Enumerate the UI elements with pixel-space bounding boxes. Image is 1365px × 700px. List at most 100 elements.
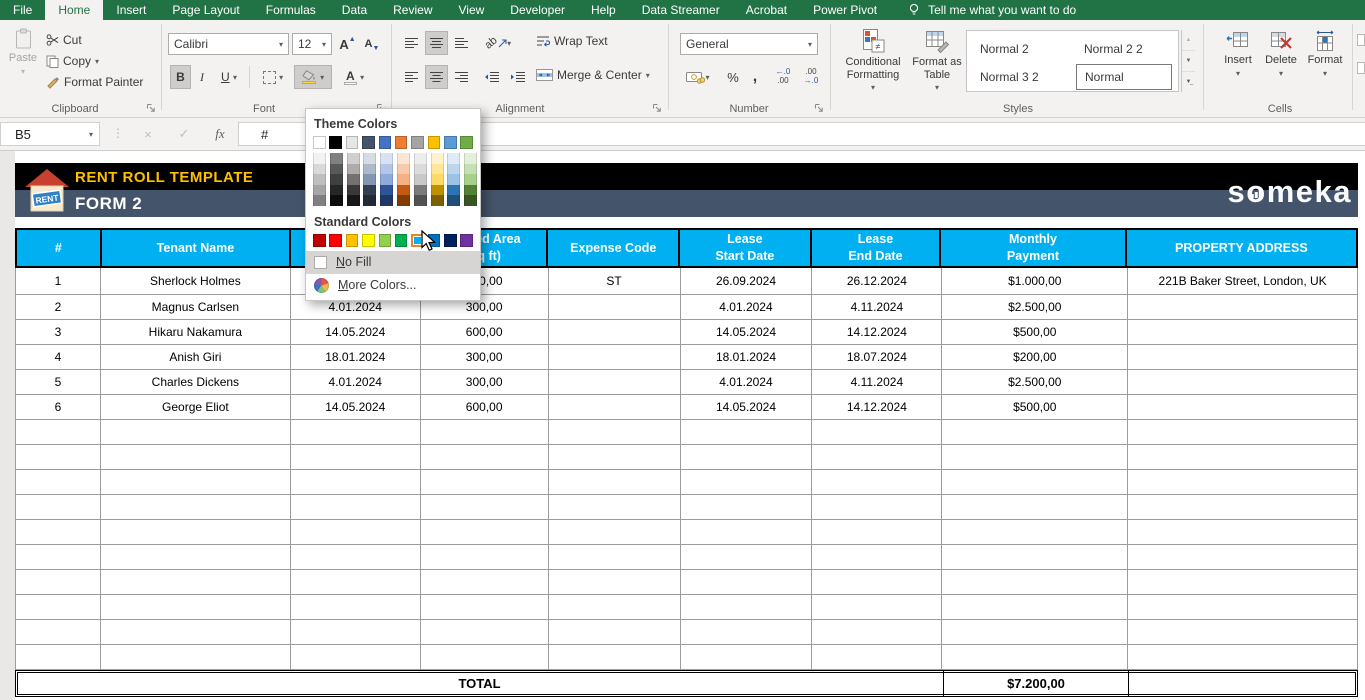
table-cell[interactable] (549, 420, 681, 444)
theme-variant-swatch[interactable] (330, 195, 343, 206)
table-cell[interactable] (1128, 470, 1358, 494)
table-cell[interactable]: 4.01.2024 (681, 370, 813, 394)
table-cell[interactable] (1128, 545, 1358, 569)
table-cell[interactable] (16, 520, 101, 544)
total-monthly-payment[interactable]: $7.200,00 (943, 671, 1129, 696)
tab-data[interactable]: Data (329, 0, 380, 20)
table-cell[interactable] (549, 645, 681, 669)
decrease-decimal-button[interactable]: .00→.0 (798, 65, 824, 89)
theme-variant-swatch[interactable] (447, 195, 460, 206)
accounting-format-button[interactable]: ▾ (680, 65, 716, 89)
table-cell[interactable] (101, 420, 291, 444)
theme-variant-swatch[interactable] (330, 153, 343, 164)
theme-color-swatch[interactable] (428, 136, 441, 149)
table-cell[interactable]: Anish Giri (101, 345, 291, 369)
style-normal-2[interactable]: Normal 2 (972, 36, 1068, 62)
theme-variant-swatch[interactable] (330, 185, 343, 196)
table-cell[interactable] (812, 620, 942, 644)
theme-variant-swatch[interactable] (414, 174, 427, 185)
table-cell[interactable] (291, 470, 421, 494)
align-bottom-button[interactable] (450, 31, 473, 55)
table-cell[interactable] (549, 570, 681, 594)
table-cell[interactable] (812, 470, 942, 494)
table-cell[interactable]: George Eliot (101, 395, 291, 419)
formula-bar-divider[interactable]: ⋮ (112, 126, 124, 140)
table-cell[interactable] (101, 645, 291, 669)
theme-variant-swatch[interactable] (431, 195, 444, 206)
header-cell[interactable]: Lease Start Date (680, 230, 812, 266)
table-cell[interactable]: 14.05.2024 (681, 320, 813, 344)
tab-data-streamer[interactable]: Data Streamer (629, 0, 733, 20)
standard-color-swatch[interactable] (313, 234, 326, 247)
gallery-more-button[interactable]: ▼̲ (1182, 72, 1195, 92)
theme-variant-swatch[interactable] (431, 164, 444, 175)
theme-color-swatch[interactable] (329, 136, 342, 149)
table-cell[interactable] (421, 470, 549, 494)
table-cell[interactable] (291, 620, 421, 644)
theme-variant-swatch[interactable] (414, 164, 427, 175)
standard-color-swatch[interactable] (444, 234, 457, 247)
table-cell[interactable] (681, 595, 813, 619)
theme-variant-swatch[interactable] (363, 185, 376, 196)
theme-variant-swatch[interactable] (414, 185, 427, 196)
table-cell[interactable] (1128, 420, 1358, 444)
table-cell[interactable]: 18.07.2024 (812, 345, 942, 369)
tell-me-box[interactable]: Tell me what you want to do (908, 0, 1076, 20)
table-cell[interactable] (421, 420, 549, 444)
table-cell[interactable]: $2.500,00 (942, 370, 1128, 394)
table-cell[interactable]: 14.12.2024 (812, 320, 942, 344)
bold-button[interactable]: B (170, 65, 191, 89)
theme-variant-swatch[interactable] (363, 174, 376, 185)
theme-variant-swatch[interactable] (414, 153, 427, 164)
table-cell[interactable] (681, 620, 813, 644)
theme-color-swatch[interactable] (313, 136, 326, 149)
cancel-icon[interactable]: × (132, 122, 164, 146)
conditional-formatting-button[interactable]: ≠ Conditional Formatting ▾ (842, 28, 904, 92)
table-cell[interactable] (549, 445, 681, 469)
table-cell[interactable]: 300,00 (421, 370, 549, 394)
theme-variant-swatch[interactable] (347, 195, 360, 206)
table-cell[interactable] (16, 420, 101, 444)
table-cell[interactable] (16, 620, 101, 644)
theme-variant-swatch[interactable] (330, 174, 343, 185)
orientation-button[interactable]: ab ▾ (480, 31, 516, 55)
table-cell[interactable]: 14.05.2024 (291, 320, 421, 344)
table-cell[interactable]: 14.12.2024 (812, 395, 942, 419)
table-cell[interactable] (1128, 520, 1358, 544)
tab-view[interactable]: View (446, 0, 498, 20)
tab-insert[interactable]: Insert (103, 0, 159, 20)
table-cell[interactable] (101, 570, 291, 594)
tab-page-layout[interactable]: Page Layout (159, 0, 252, 20)
table-cell[interactable] (549, 595, 681, 619)
theme-color-swatch[interactable] (460, 136, 473, 149)
format-cells-button[interactable]: Format ▾ (1303, 30, 1347, 78)
table-cell[interactable]: 4 (16, 345, 101, 369)
insert-cells-button[interactable]: Insert ▾ (1218, 30, 1258, 78)
table-cell[interactable] (1128, 620, 1358, 644)
table-cell[interactable]: ST (549, 268, 681, 294)
table-cell[interactable] (291, 420, 421, 444)
cut-button[interactable]: Cut (46, 30, 82, 50)
delete-cells-button[interactable]: Delete ▾ (1261, 30, 1301, 78)
table-cell[interactable]: 26.09.2024 (681, 268, 813, 294)
table-cell[interactable]: Hikaru Nakamura (101, 320, 291, 344)
table-cell[interactable]: $500,00 (942, 395, 1128, 419)
table-cell[interactable] (549, 495, 681, 519)
table-cell[interactable] (421, 620, 549, 644)
table-cell[interactable]: Sherlock Holmes (101, 268, 291, 294)
clipboard-dialog-launcher[interactable] (146, 102, 157, 113)
table-cell[interactable]: 14.05.2024 (291, 395, 421, 419)
table-cell[interactable] (681, 570, 813, 594)
table-cell[interactable]: 300,00 (421, 345, 549, 369)
table-cell[interactable]: Magnus Carlsen (101, 295, 291, 319)
header-cell[interactable]: Tenant Name (102, 230, 291, 266)
table-cell[interactable] (291, 495, 421, 519)
theme-variant-swatch[interactable] (313, 185, 326, 196)
table-cell[interactable] (812, 545, 942, 569)
table-cell[interactable] (421, 520, 549, 544)
theme-variant-swatch[interactable] (431, 153, 444, 164)
table-cell[interactable] (942, 420, 1128, 444)
table-cell[interactable]: $200,00 (942, 345, 1128, 369)
table-cell[interactable] (681, 495, 813, 519)
table-cell[interactable]: 221B Baker Street, London, UK (1128, 268, 1358, 294)
